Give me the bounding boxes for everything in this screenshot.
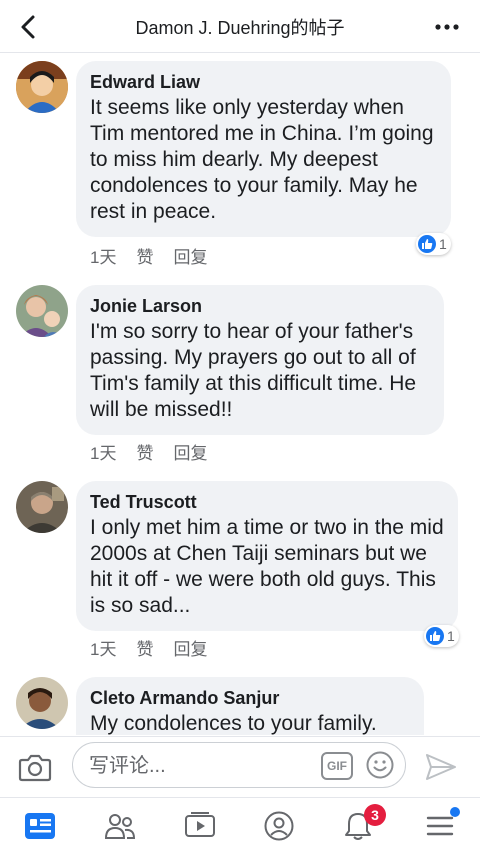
comment-bubble[interactable]: Ted Truscott I only met him a time or tw… — [76, 481, 458, 631]
friends-icon — [104, 814, 136, 839]
more-options-button[interactable] — [432, 12, 462, 42]
tab-profile[interactable] — [259, 806, 299, 846]
tab-news-feed[interactable] — [20, 806, 60, 846]
tab-watch[interactable] — [180, 806, 220, 846]
reaction-count[interactable]: 1 — [416, 233, 451, 255]
comment-time: 1天 — [90, 444, 117, 463]
video-play-icon — [185, 812, 215, 837]
comment-bubble[interactable]: Cleto Armando Sanjur My condolences to y… — [76, 677, 424, 735]
profile-icon — [264, 811, 294, 841]
emoji-button[interactable] — [365, 750, 395, 780]
menu-indicator-dot — [450, 807, 460, 817]
avatar[interactable] — [16, 285, 68, 337]
comment-bubble[interactable]: Jonie Larson I'm so sorry to hear of you… — [76, 285, 444, 435]
more-dots-icon — [435, 24, 459, 30]
commenter-name[interactable]: Cleto Armando Sanjur — [90, 687, 410, 709]
thumbs-up-icon — [418, 235, 436, 253]
reaction-number: 1 — [439, 236, 447, 252]
like-button[interactable]: 赞 — [136, 635, 153, 660]
bottom-tab-bar — [0, 797, 480, 854]
tab-friends[interactable] — [100, 806, 140, 846]
camera-icon — [18, 754, 52, 782]
comment-composer: GIF — [0, 736, 480, 797]
like-button[interactable]: 赞 — [136, 439, 153, 464]
reply-button[interactable]: 回复 — [173, 243, 207, 268]
reply-button[interactable]: 回复 — [173, 635, 207, 660]
comment-text: My condolences to your family. — [90, 712, 377, 735]
avatar[interactable] — [16, 481, 68, 533]
avatar[interactable] — [16, 61, 68, 113]
camera-button[interactable] — [18, 751, 52, 783]
comment-actions: 1天 赞 回复 — [90, 439, 207, 464]
comment-bubble[interactable]: Edward Liaw It seems like only yesterday… — [76, 61, 451, 237]
comment-text: I only met him a time or two in the mid … — [90, 516, 444, 617]
comment-input[interactable] — [87, 751, 311, 781]
comment-actions: 1天 赞 回复 — [90, 635, 207, 660]
avatar[interactable] — [16, 677, 68, 729]
gif-button[interactable]: GIF — [321, 752, 353, 780]
comment-text: I'm so sorry to hear of your father's pa… — [90, 320, 417, 421]
send-button[interactable] — [424, 751, 458, 783]
commenter-name[interactable]: Edward Liaw — [90, 71, 437, 93]
comment-actions: 1天 赞 回复 — [90, 243, 207, 268]
like-button[interactable]: 赞 — [136, 243, 153, 268]
notifications-badge: 3 — [364, 804, 386, 826]
comments-feed[interactable]: Edward Liaw It seems like only yesterday… — [0, 53, 480, 735]
commenter-name[interactable]: Ted Truscott — [90, 491, 444, 513]
thumbs-up-icon — [426, 627, 444, 645]
page-title: Damon J. Duehring的帖子 — [135, 18, 345, 38]
news-feed-icon — [25, 813, 55, 839]
reaction-number: 1 — [447, 628, 455, 644]
smiley-icon — [366, 751, 394, 779]
send-icon — [426, 754, 456, 780]
commenter-name[interactable]: Jonie Larson — [90, 295, 430, 317]
top-bar: Damon J. Duehring的帖子 — [0, 0, 480, 53]
comment-input-box[interactable]: GIF — [72, 742, 406, 788]
reaction-count[interactable]: 1 — [424, 625, 459, 647]
comment-text: It seems like only yesterday when Tim me… — [90, 96, 434, 223]
reply-button[interactable]: 回复 — [173, 439, 207, 464]
comment-time: 1天 — [90, 248, 117, 267]
comment-time: 1天 — [90, 640, 117, 659]
